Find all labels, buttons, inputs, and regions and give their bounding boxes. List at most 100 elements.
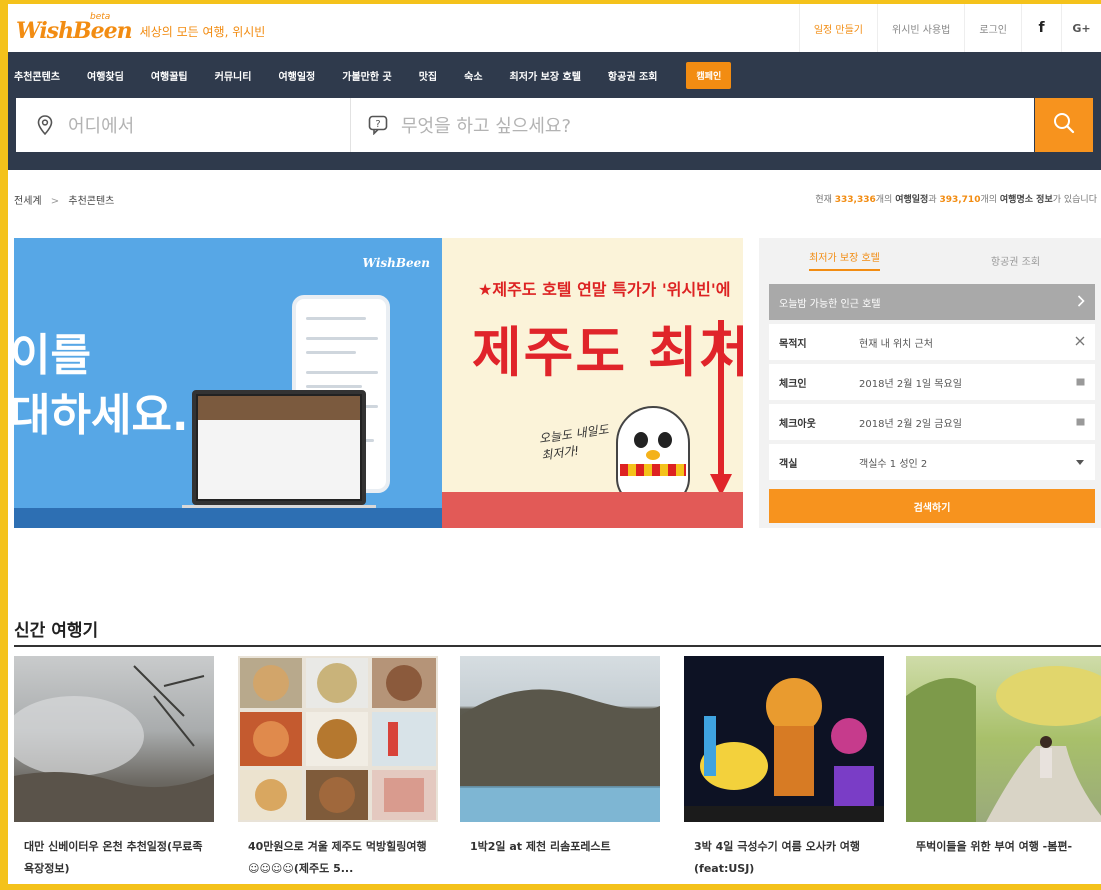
svg-text:?: ? [375, 119, 380, 130]
banner1-floor [14, 508, 442, 528]
travelogue-caption: 뚜벅이들을 위한 부여 여행 -봄편- [916, 840, 1073, 853]
travelogue-thumbnail-food-collage [238, 656, 438, 822]
checkin-field[interactable]: 체크인 2018년 2월 1일 목요일 [769, 364, 1095, 400]
travelogue-caption: 40만원으로 겨울 제주도 먹방힐링여행☺☺☺☺(제주도 5... [248, 840, 427, 875]
logo-text: WishBeen [16, 18, 133, 44]
mascot-bird-illustration [616, 406, 690, 506]
where-placeholder: 어디에서 [68, 116, 135, 137]
nav-item-tips[interactable]: 여행꿀팁 [151, 68, 188, 83]
plan-link[interactable]: 일정 만들기 [798, 4, 877, 52]
section-title-travelogues: 신간 여행기 [14, 621, 99, 641]
facebook-icon[interactable]: f [1021, 4, 1061, 52]
rooms-value: 객실수 1 성인 2 [859, 458, 928, 470]
banner1-line2: 대하세요. [14, 390, 189, 441]
stats-suffix: 가 있습니다 [1052, 195, 1097, 205]
section-divider [14, 645, 1101, 647]
travelogue-card[interactable]: 대만 신베이터우 온천 추천일정(무료족욕장정보) [14, 656, 214, 884]
nav-item-restaurants[interactable]: 맛집 [419, 68, 437, 83]
login-link[interactable]: 로그인 [964, 4, 1021, 52]
top-bar: WishBeen beta 세상의 모든 여행, 위시빈 일정 만들기 위시빈 … [8, 0, 1101, 52]
where-field[interactable]: 어디에서 [16, 98, 351, 152]
breadcrumb-root[interactable]: 전세계 [14, 196, 42, 207]
search-icon [1052, 111, 1076, 139]
breadcrumb: 전세계 > 추천콘텐츠 [14, 192, 114, 207]
breadcrumb-separator: > [50, 196, 60, 207]
travelogue-card[interactable]: 뚜벅이들을 위한 부여 여행 -봄편- [906, 656, 1101, 884]
banner-logo: WishBeen [362, 256, 430, 270]
nav-item-recommended[interactable]: 추천콘텐츠 [14, 68, 60, 83]
plans-mid: 개의 [875, 195, 893, 205]
travelogue-list: 대만 신베이터우 온천 추천일정(무료족욕장정보) 40만원으로 겨울 제주도 … [14, 656, 1101, 884]
promo-banner-jeju[interactable]: ★제주도 호텔 연말 특가가 '위시빈'에 제주도 최저 오늘도 내일도 최저가… [442, 238, 743, 528]
travelogue-thumbnail-buyeo [906, 656, 1101, 822]
checkout-label: 체크아웃 [779, 418, 816, 430]
places-label: 여행명소 정보 [999, 195, 1053, 205]
location-pin-icon [34, 114, 56, 136]
banner1-text: 이를 대하세요. [14, 326, 189, 446]
nearby-label: 오늘밤 가능한 인근 호텔 [779, 298, 881, 310]
destination-label: 목적지 [779, 338, 807, 350]
places-mid: 개의 [980, 195, 998, 205]
checkin-value: 2018년 2월 1일 목요일 [859, 378, 962, 390]
places-count: 393,710 [939, 195, 981, 205]
travelogue-card[interactable]: 3박 4일 극성수기 여름 오사카 여행 (feat:USJ) [684, 656, 884, 884]
hotel-booking-widget: 최저가 보장 호텔 항공권 조회 오늘밤 가능한 인근 호텔 목적지 현재 내 … [759, 238, 1101, 528]
nav-item-lodging[interactable]: 숙소 [464, 68, 482, 83]
frame-bottom-border [0, 884, 1101, 890]
booking-search-button[interactable]: 검색하기 [769, 489, 1095, 523]
destination-value: 현재 내 위치 근처 [859, 338, 933, 350]
stats-and: 과 [928, 195, 937, 205]
banner1-line1: 이를 [14, 330, 91, 381]
travelogue-caption: 대만 신베이터우 온천 추천일정(무료족욕장정보) [24, 840, 203, 875]
travelogue-caption: 1박2일 at 제천 리솜포레스트 [470, 840, 611, 853]
question-bubble-icon: ? [367, 114, 389, 136]
nav-item-hotel-deals[interactable]: 최저가 보장 호텔 [510, 68, 581, 83]
tab-flights[interactable]: 항공권 조회 [930, 238, 1101, 282]
promo-banner-app[interactable]: WishBeen 이를 대하세요. [14, 238, 442, 528]
tab-flights-label: 항공권 조회 [990, 256, 1041, 268]
laptop-illustration [192, 390, 366, 505]
nav-item-flights[interactable]: 항공권 조회 [608, 68, 657, 83]
guide-link[interactable]: 위시빈 사용법 [877, 4, 964, 52]
checkout-value: 2018년 2월 2일 금요일 [859, 418, 962, 430]
nearby-hotels-button[interactable]: 오늘밤 가능한 인근 호텔 [769, 284, 1095, 320]
banner2-script: 오늘도 내일도 최저가! [538, 421, 612, 464]
nav-item-places[interactable]: 가볼만한 곳 [342, 68, 391, 83]
rooms-select[interactable]: 객실 객실수 1 성인 2 [769, 444, 1095, 480]
plans-count: 333,336 [834, 195, 876, 205]
top-links: 일정 만들기 위시빈 사용법 로그인 f G+ [798, 4, 1101, 52]
campaign-button[interactable]: 캠페인 [686, 61, 732, 89]
nav-item-find-trip[interactable]: 여행찾딤 [87, 68, 124, 83]
frame-left-border [0, 0, 8, 890]
travelogue-thumbnail-resort [460, 656, 660, 822]
travelogue-card[interactable]: 1박2일 at 제천 리솜포레스트 [460, 656, 660, 884]
travelogue-caption: 3박 4일 극성수기 여름 오사카 여행 (feat:USJ) [694, 840, 861, 875]
chevron-right-icon [1077, 294, 1085, 310]
banner2-title: 제주도 최저 [472, 321, 743, 384]
tab-hotel-deals[interactable]: 최저가 보장 호텔 [759, 238, 930, 282]
nav-band: 추천콘텐츠 여행찾딤 여행꿀팁 커뮤니티 여행일정 가볼만한 곳 맛집 숙소 최… [8, 52, 1101, 170]
what-placeholder: 무엇을 하고 싶으세요? [401, 116, 572, 137]
caret-down-icon [1065, 455, 1095, 469]
what-field[interactable]: ? 무엇을 하고 싶으세요? [351, 98, 1034, 152]
search-button[interactable] [1035, 98, 1093, 152]
search-box: 어디에서 ? 무엇을 하고 싶으세요? [16, 98, 1034, 152]
google-plus-icon[interactable]: G+ [1061, 4, 1101, 52]
destination-field[interactable]: 목적지 현재 내 위치 근처 [769, 324, 1095, 360]
plans-label: 여행일정 [895, 195, 929, 205]
clear-icon[interactable] [1065, 335, 1095, 349]
main-nav: 추천콘텐츠 여행찾딤 여행꿀팁 커뮤니티 여행일정 가볼만한 곳 맛집 숙소 최… [14, 52, 732, 98]
tab-hotel-label: 최저가 보장 호텔 [809, 249, 880, 271]
travelogue-card[interactable]: 40만원으로 겨울 제주도 먹방힐링여행☺☺☺☺(제주도 5... [238, 656, 438, 884]
travelogue-thumbnail-osaka [684, 656, 884, 822]
calendar-icon [1065, 415, 1095, 429]
stats-prefix: 현재 [815, 195, 832, 205]
logo-tagline: 세상의 모든 여행, 위시빈 [139, 25, 266, 39]
down-arrow-graphic [718, 320, 724, 490]
nav-item-community[interactable]: 커뮤니티 [215, 68, 252, 83]
nav-item-itinerary[interactable]: 여행일정 [278, 68, 315, 83]
checkout-field[interactable]: 체크아웃 2018년 2월 2일 금요일 [769, 404, 1095, 440]
banner2-floor [442, 492, 743, 528]
logo[interactable]: WishBeen beta 세상의 모든 여행, 위시빈 [16, 12, 266, 44]
checkin-label: 체크인 [779, 378, 807, 390]
